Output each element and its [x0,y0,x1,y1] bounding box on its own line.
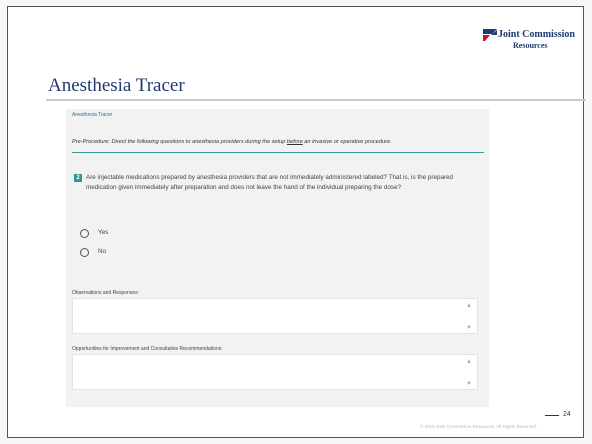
slide: Joint Commission Resources Anesthesia Tr… [7,6,586,438]
title-divider [46,99,586,101]
scroll-up-icon[interactable]: ▲ [466,359,472,365]
page-number: 24 [563,411,571,418]
scroll-down-icon[interactable]: ▼ [466,381,472,387]
pre-procedure-text-end: an invasive or operative procedure. [302,139,392,145]
pre-procedure-text-start: Pre-Procedure: Direct the following ques… [72,139,287,145]
option-no-label: No [98,248,107,255]
observations-label: Observations and Responses: [72,290,139,296]
question-number-badge: 2 [74,174,82,182]
radio-yes[interactable] [80,229,89,238]
section-divider [72,152,484,153]
opportunities-label: Opportunities for Improvement and Consul… [72,346,223,352]
scroll-down-icon[interactable]: ▼ [466,325,472,331]
joint-commission-logo: Joint Commission Resources [482,27,582,61]
pre-procedure-emphasis: before [286,139,303,145]
option-yes-label: Yes [98,229,109,236]
radio-no[interactable] [80,248,89,257]
logo-line-1: Joint Commission [498,29,575,40]
scroll-up-icon[interactable]: ▲ [466,303,472,309]
logo-mark-icon [483,29,497,41]
form-breadcrumb: Anesthesia Tracer [72,112,113,118]
opportunities-textarea[interactable]: ▲ ▼ [72,354,478,390]
observations-textarea[interactable]: ▲ ▼ [72,298,478,334]
logo-line-2: Resources [513,41,548,50]
copyright-notice: © 2018 Joint Commission Resources. All R… [420,424,538,429]
slide-title: Anesthesia Tracer [48,75,185,96]
question-text: Are injectable medications prepared by a… [86,174,454,191]
pre-procedure-instruction: Pre-Procedure: Direct the following ques… [72,139,392,145]
form-panel: Anesthesia Tracer Pre-Procedure: Direct … [66,109,489,407]
page-number-rule [545,415,559,416]
